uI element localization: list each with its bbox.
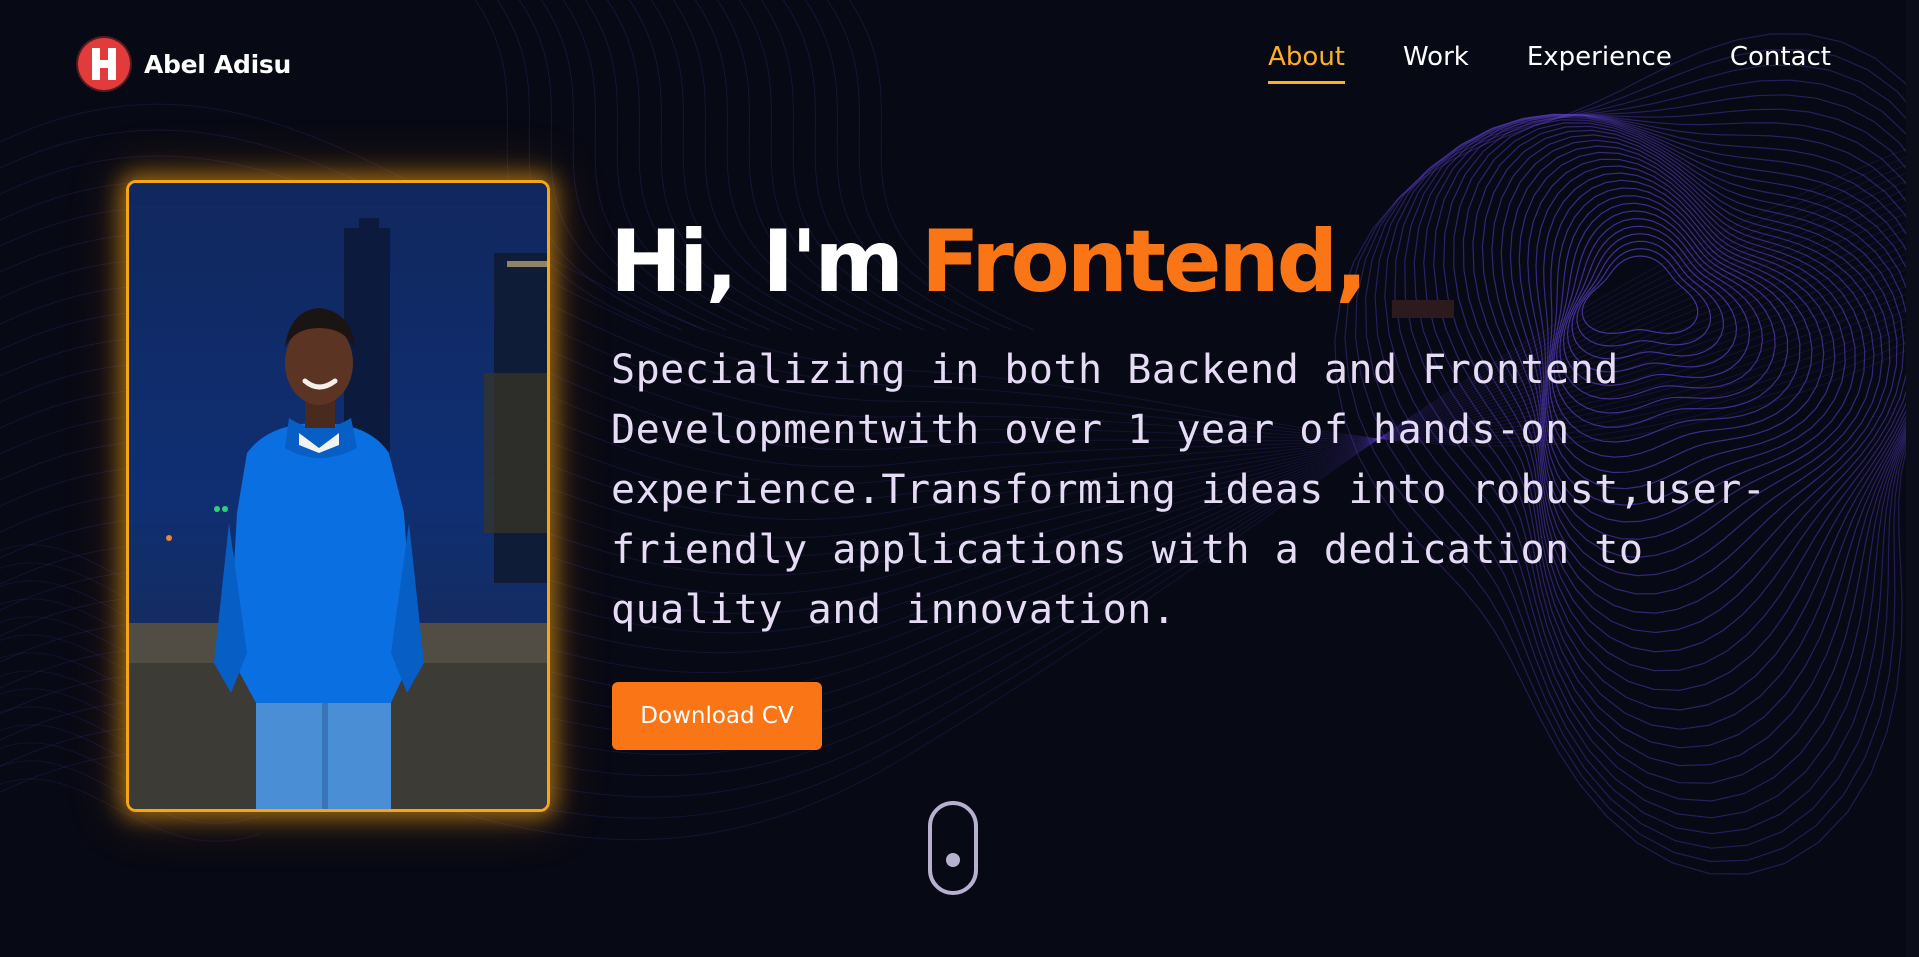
site-header: Abel Adisu About Work Experience Contact [0,0,1919,120]
main-nav: About Work Experience Contact [1210,42,1831,84]
typing-cursor [1392,300,1454,318]
h-letter-logo-icon [78,38,130,90]
page-scrollbar[interactable] [1906,0,1919,957]
mouse-scroll-icon[interactable] [928,801,978,895]
hero-greeting: Hi, I'm [610,212,904,312]
download-cv-button[interactable]: Download CV [612,682,822,750]
profile-photo [126,180,550,812]
nav-link-experience[interactable]: Experience [1527,42,1672,84]
nav-link-contact[interactable]: Contact [1730,42,1831,84]
hero-description: Specializing in both Backend and Fronten… [611,347,1767,633]
scroll-wheel-dot [946,853,960,867]
brand-name: Abel Adisu [144,49,291,79]
nav-link-about[interactable]: About [1268,42,1345,84]
hero-role: Frontend, [921,212,1368,312]
nav-link-work[interactable]: Work [1403,42,1469,84]
hero-title: Hi, I'm Frontend, [610,212,1368,312]
brand-logo[interactable]: Abel Adisu [78,38,291,90]
